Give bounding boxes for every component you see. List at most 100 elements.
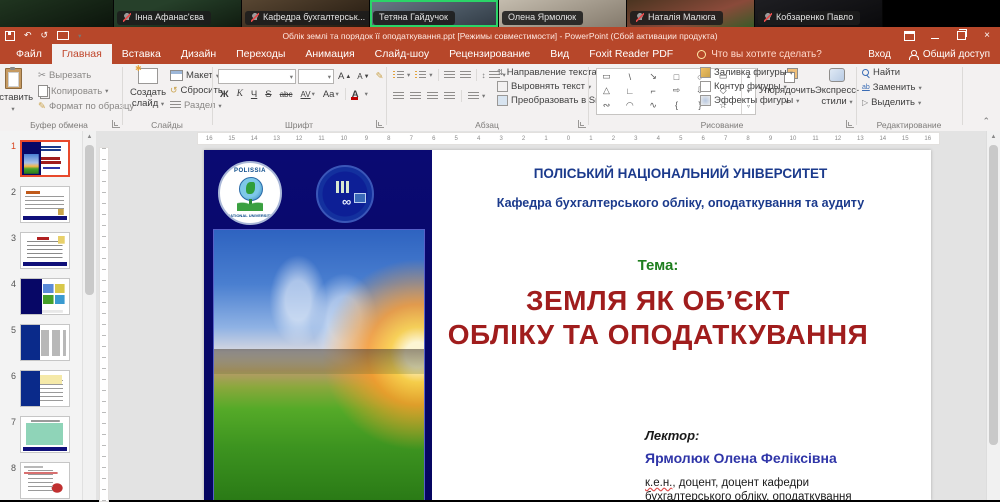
slide-thumbnail-row-4[interactable]: 4 [8,278,82,315]
slide-thumbnail[interactable] [20,186,70,223]
participant-tile[interactable]: Інна Афанас'єва [114,0,242,27]
shrink-font-button[interactable]: А▼ [355,72,371,81]
change-case-button[interactable]: Aa▾ [321,89,341,100]
slide-thumbnail[interactable] [20,232,70,269]
participant-tile[interactable]: Кобзаренко Павло [755,0,883,27]
participant-tile[interactable]: Наталія Малюга [627,0,755,27]
slide-thumbnail-row-5[interactable]: 5 [8,324,82,361]
minimize-button[interactable] [922,27,948,44]
shape-icon[interactable]: ∿ [646,99,661,112]
shape-icon[interactable]: ∟ [622,84,637,97]
bold-button[interactable]: Ж [218,89,231,100]
quick-styles-button[interactable]: Экспресс-стили ▾ [812,68,862,108]
slide-area-scrollbar[interactable]: ▲ [986,131,1000,500]
shape-icon[interactable]: □ [669,70,684,83]
align-center-button[interactable] [410,92,421,101]
layout-button[interactable]: Макет▾ [170,70,223,81]
new-slide-button[interactable]: Создатьслайд ▾ [126,68,170,110]
shape-effects-button[interactable]: Эффекты фигуры▾ [700,95,799,106]
text-shadow-button[interactable]: abc [278,90,295,99]
ribbon-tab-дизайн[interactable]: Дизайн [171,44,226,64]
font-color-button[interactable]: А [350,89,361,100]
shape-icon[interactable]: ⌐ [646,84,661,97]
ribbon-tab-файл[interactable]: Файл [6,44,52,64]
slide-thumbnail[interactable] [20,462,70,499]
collapse-ribbon-icon[interactable]: ⌃ [982,116,990,127]
numbering-button[interactable]: ▾ [415,71,432,80]
shape-icon[interactable]: ↘ [646,70,661,83]
thumbnail-scrollbar[interactable]: ▲ [82,131,96,500]
slide-thumbnail-row-8[interactable]: 8 [8,462,82,499]
ribbon-tab-вставка[interactable]: Вставка [112,44,171,64]
participant-tile[interactable]: Тетяна Гайдучок [370,0,499,27]
ribbon-tab-рецензирование[interactable]: Рецензирование [439,44,540,64]
align-left-button[interactable] [393,92,404,101]
bullets-button[interactable]: ▾ [393,71,410,80]
grow-font-button[interactable]: А▲ [336,71,353,82]
find-button[interactable]: Найти [862,67,922,78]
character-spacing-button[interactable]: AV▾ [299,90,317,99]
participant-tile[interactable] [0,0,114,27]
slide-thumbnail[interactable] [20,416,70,453]
paste-button[interactable]: Вставить▾ [0,68,34,115]
shape-icon[interactable]: ▭ [599,70,614,83]
select-button[interactable]: ▷Выделить▾ [862,97,922,108]
slide-thumbnail[interactable] [20,324,70,361]
ribbon-tab-слайд-шоу[interactable]: Слайд-шоу [365,44,439,64]
format-painter-button[interactable]: ✎Формат по образцу [38,101,134,112]
ribbon-display-options-button[interactable] [896,27,922,44]
tell-me-box[interactable]: Что вы хотите сделать? [697,44,822,64]
shape-icon[interactable]: \ [622,70,637,83]
clipboard-dialog-launcher[interactable] [112,120,120,128]
increase-indent-button[interactable] [460,71,471,80]
scroll-up-icon[interactable]: ▲ [987,131,1000,143]
section-button[interactable]: Раздел▾ [170,100,223,111]
sign-in-link[interactable]: Вход [868,49,891,60]
slide-thumbnail-row-3[interactable]: 3 [8,232,82,269]
underline-button[interactable]: Ч [249,89,259,100]
slide-thumbnail[interactable] [20,278,70,315]
columns-button[interactable]: ▾ [468,92,485,101]
decrease-indent-button[interactable] [444,71,455,80]
shape-icon[interactable]: ∾ [599,99,614,112]
slide-thumbnail-panel[interactable]: 1 2 3 4 5 6 7 8 [0,131,82,500]
ribbon-tab-главная[interactable]: Главная [52,44,112,64]
shape-fill-button[interactable]: Заливка фигуры▾ [700,67,799,78]
slide-thumbnail-row-1[interactable]: 1 [8,140,82,177]
drawing-dialog-launcher[interactable] [846,120,854,128]
italic-button[interactable]: К [235,89,245,99]
font-size-combobox[interactable]: ▾ [298,69,334,84]
clear-formatting-button[interactable]: ✎ [374,71,386,82]
slide-thumbnail-row-6[interactable]: 6 [8,370,82,407]
font-name-combobox[interactable]: ▾ [218,69,296,84]
thumbnail-scroll-up-icon[interactable]: ▲ [83,131,96,143]
share-button[interactable]: Общий доступ [909,49,990,60]
reset-button[interactable]: ↺Сбросить [170,85,223,96]
font-dialog-launcher[interactable] [376,120,384,128]
shape-icon[interactable]: { [669,99,684,112]
participant-tile[interactable]: Кафедра бухгалтерськ... [242,0,370,27]
strikethrough-button[interactable]: S [263,89,273,100]
participant-tile[interactable]: Олена Ярмолюк [499,0,627,27]
slide-thumbnail[interactable] [20,370,70,407]
slide-canvas[interactable]: POLISSIA NATIONAL UNIVERSITY ∞ ПОЛІСЬКИЙ… [204,150,931,500]
ribbon-tab-анимация[interactable]: Анимация [295,44,364,64]
shape-icon[interactable]: ⇨ [669,84,684,97]
ribbon-tab-переходы[interactable]: Переходы [226,44,295,64]
copy-button[interactable]: Копировать▾ [38,85,134,97]
restore-button[interactable] [948,27,974,44]
ribbon-tab-foxit-reader-pdf[interactable]: Foxit Reader PDF [579,44,683,64]
cut-button[interactable]: ✂Вырезать [38,70,134,81]
ribbon-tab-вид[interactable]: Вид [540,44,579,64]
shape-outline-button[interactable]: Контур фигуры▾ [700,81,799,92]
close-button[interactable]: × [974,27,1000,44]
replace-button[interactable]: abЗаменить▾ [862,82,922,93]
justify-button[interactable] [444,92,455,101]
slide-thumbnail-row-2[interactable]: 2 [8,186,82,223]
align-right-button[interactable] [427,92,438,101]
slide-thumbnail-row-7[interactable]: 7 [8,416,82,453]
shape-icon[interactable]: ◠ [622,99,637,112]
shape-icon[interactable]: △ [599,84,614,97]
slide-thumbnail[interactable] [20,140,70,177]
paragraph-dialog-launcher[interactable] [578,120,586,128]
